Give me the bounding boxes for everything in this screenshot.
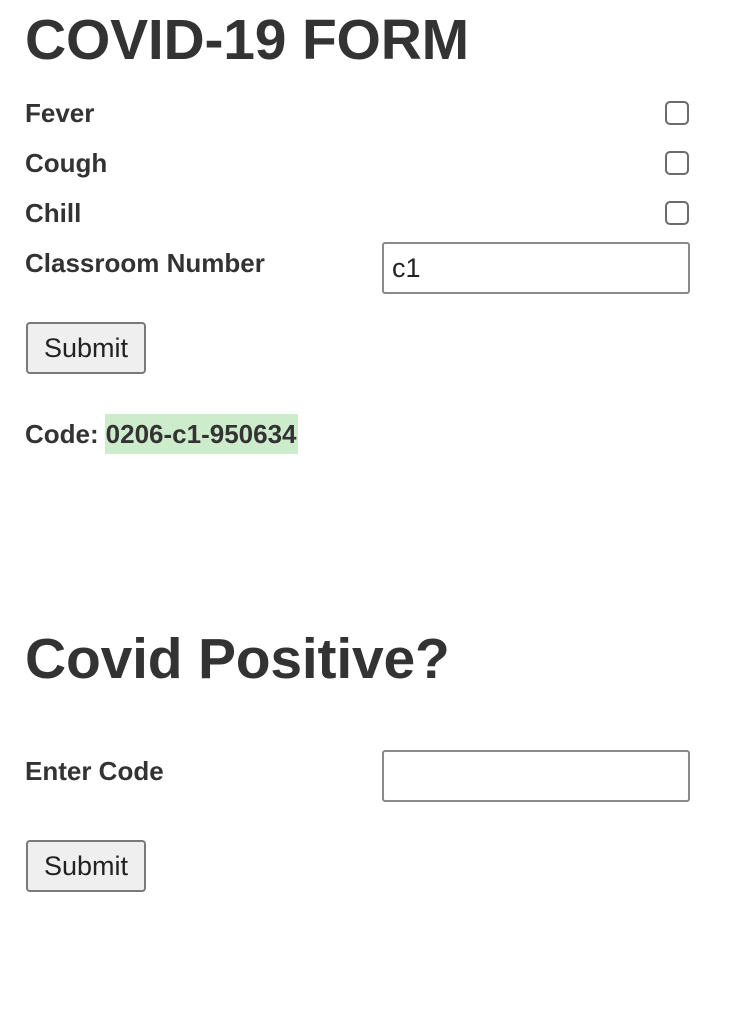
- enter-code-input[interactable]: [382, 750, 690, 802]
- cough-label: Cough: [25, 148, 108, 178]
- classroom-number-label: Classroom Number: [25, 248, 265, 278]
- enter-code-label: Enter Code: [25, 756, 164, 786]
- positive-form-title: Covid Positive?: [25, 627, 450, 691]
- symptom-form-title: COVID-19 FORM: [25, 8, 469, 72]
- positive-submit-button[interactable]: Submit: [26, 840, 146, 892]
- cough-checkbox[interactable]: [665, 151, 689, 175]
- code-label: Code:: [25, 419, 99, 449]
- generated-code: Code: 0206-c1-950634: [25, 414, 298, 454]
- fever-label: Fever: [25, 98, 95, 128]
- code-value: 0206-c1-950634: [104, 414, 298, 454]
- classroom-number-input[interactable]: [382, 242, 690, 294]
- chill-checkbox[interactable]: [665, 201, 689, 225]
- symptom-submit-button[interactable]: Submit: [26, 322, 146, 374]
- chill-label: Chill: [25, 198, 82, 228]
- fever-checkbox[interactable]: [665, 101, 689, 125]
